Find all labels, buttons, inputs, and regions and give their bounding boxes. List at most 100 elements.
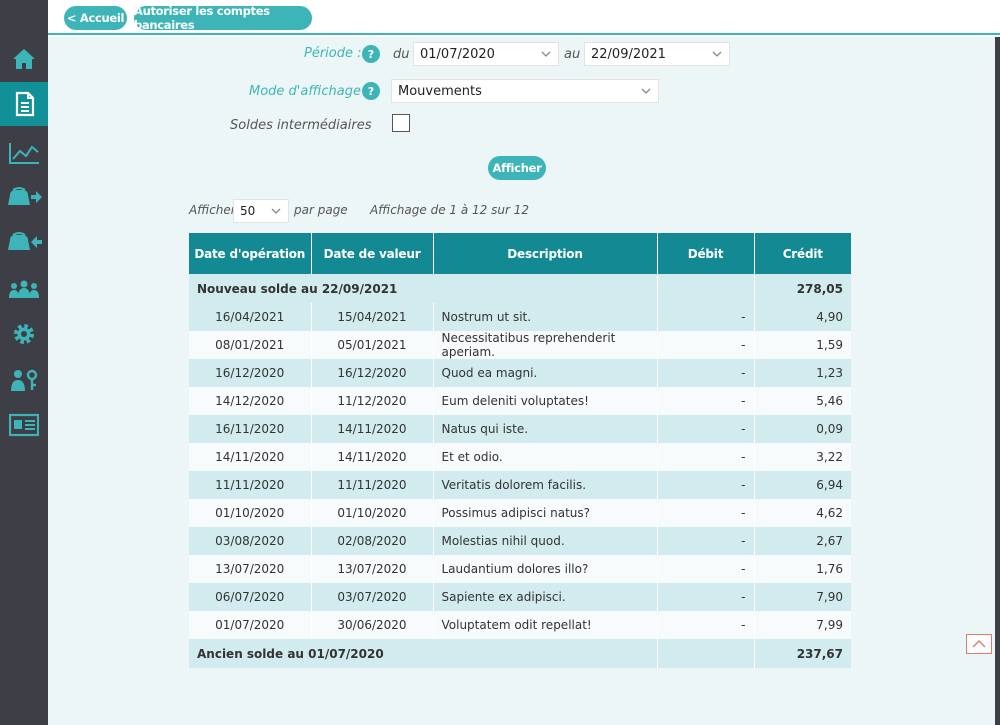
credit-cell: 3,22 [754,443,851,471]
credit-cell: 4,90 [754,303,851,331]
id-card-icon [9,413,39,437]
description-cell: Quod ea magni. [433,359,658,387]
header-description[interactable]: Description [433,233,658,274]
table-row: 03/08/2020 02/08/2020 Molestias nihil quod… [189,527,851,555]
debit-cell: - [657,555,755,583]
value-date-cell: 01/10/2020 [311,499,434,527]
user-key-icon [11,369,38,391]
table-row: 16/12/2020 16/12/2020 Quod ea magni. -1,23 [189,359,851,387]
afficher-label: Afficher [189,203,236,217]
value-date-cell: 15/04/2021 [311,303,434,331]
table-row: 13/07/2020 13/07/2020 Laudantium dolores i… [189,555,851,583]
date-from-value: 01/07/2020 [420,46,495,62]
value-date-cell: 13/07/2020 [311,555,434,583]
operation-date-cell: 03/08/2020 [189,527,312,555]
mode-help-icon[interactable]: ? [362,82,380,100]
table-row: 06/07/2020 03/07/2020 Sapiente ex adipisci… [189,583,851,611]
credit-cell: 7,99 [754,611,851,639]
operation-date-cell: 13/07/2020 [189,555,312,583]
description-cell: Voluptatem odit repellat! [433,611,658,639]
du-label: du [393,47,410,62]
date-to-select[interactable]: 22/09/2021 [584,42,730,66]
mode-label: Mode d'affichage : [249,84,370,99]
value-date-cell: 11/12/2020 [311,387,434,415]
transactions-table: Date d'opération Date de valeur Descript… [189,233,851,668]
chevron-down-icon [541,51,551,57]
credit-cell: 5,46 [754,387,851,415]
description-cell: Veritatis dolorem facilis. [433,471,658,499]
soldes-label: Soldes intermédiaires [230,118,372,133]
credit-cell: 0,09 [754,415,851,443]
gear-icon [14,324,34,344]
credit-cell: 2,67 [754,527,851,555]
per-page-select[interactable]: 50 [233,199,289,223]
description-cell: Possimus adipisci natus? [433,499,658,527]
value-date-cell: 05/01/2021 [311,331,434,359]
header-date-valeur[interactable]: Date de valeur [311,233,434,274]
credit-cell: 1,76 [754,555,851,583]
sidebar-item-settings[interactable] [0,312,48,356]
sidebar-item-users[interactable] [0,267,48,311]
debit-cell: - [657,527,755,555]
afficher-button[interactable]: Afficher [488,156,546,180]
table-row: 01/10/2020 01/10/2020 Possimus adipisci na… [189,499,851,527]
description-cell: Nostrum ut sit. [433,303,658,331]
periode-help-icon[interactable]: ? [362,45,380,63]
ancien-solde-row: Ancien solde au 01/07/2020 237,67 [189,639,851,668]
debit-cell: - [657,611,755,639]
sidebar-item-income[interactable] [0,220,48,264]
back-home-button[interactable]: < Accueil [64,6,127,30]
sidebar-item-expenses[interactable] [0,175,48,219]
description-cell: Sapiente ex adipisci. [433,583,658,611]
sidebar-item-contacts[interactable] [0,403,48,447]
chevron-down-icon [712,51,722,57]
authorize-bank-accounts-button[interactable]: Autoriser les comptes bancaires [134,4,312,32]
date-from-select[interactable]: 01/07/2020 [413,42,559,66]
mode-select[interactable]: Mouvements [391,79,659,103]
periode-label: Période : [304,46,362,61]
header-debit[interactable]: Débit [657,233,755,274]
right-edge-bar [995,37,1000,725]
operation-date-cell: 08/01/2021 [189,331,312,359]
sidebar-item-home[interactable] [0,37,48,81]
description-cell: Laudantium dolores illo? [433,555,658,583]
sidebar-item-documents[interactable] [0,82,48,126]
operation-date-cell: 01/07/2020 [189,611,312,639]
topbar: < Accueil Autoriser les comptes bancaire… [48,0,1000,35]
header-credit[interactable]: Crédit [754,233,851,274]
value-date-cell: 16/12/2020 [311,359,434,387]
operation-date-cell: 11/11/2020 [189,471,312,499]
table-row: 14/11/2020 14/11/2020 Et et odio. -3,22 [189,443,851,471]
ancien-solde-debit [657,639,755,668]
credit-cell: 4,62 [754,499,851,527]
table-row: 16/04/2021 15/04/2021 Nostrum ut sit. -4,90 [189,303,851,331]
sidebar-item-charts[interactable] [0,131,48,175]
value-date-cell: 03/07/2020 [311,583,434,611]
pagination-summary: Affichage de 1 à 12 sur 12 [370,203,529,217]
wallet-in-icon [8,232,42,250]
operation-date-cell: 14/11/2020 [189,443,312,471]
operation-date-cell: 16/11/2020 [189,415,312,443]
table-row: 16/11/2020 14/11/2020 Natus qui iste. -0,09 [189,415,851,443]
debit-cell: - [657,583,755,611]
sidebar-item-access[interactable] [0,358,48,402]
chevron-down-icon [641,88,651,94]
document-icon [15,91,35,117]
debit-cell: - [657,471,755,499]
nouveau-solde-credit: 278,05 [754,274,851,303]
chevron-up-icon [972,640,986,648]
table-row: 14/12/2020 11/12/2020 Eum deleniti volupta… [189,387,851,415]
nouveau-solde-row: Nouveau solde au 22/09/2021 278,05 [189,274,851,303]
chart-icon [9,143,39,164]
credit-cell: 1,59 [754,331,851,359]
header-date-operation[interactable]: Date d'opération [189,233,312,274]
soldes-checkbox[interactable] [392,114,410,132]
credit-cell: 7,90 [754,583,851,611]
sidebar [0,0,48,725]
nouveau-solde-label: Nouveau solde au 22/09/2021 [189,274,658,303]
value-date-cell: 14/11/2020 [311,415,434,443]
description-cell: Molestias nihil quod. [433,527,658,555]
table-row: 11/11/2020 11/11/2020 Veritatis dolorem fa… [189,471,851,499]
scroll-to-top-button[interactable] [966,634,992,654]
description-cell: Natus qui iste. [433,415,658,443]
